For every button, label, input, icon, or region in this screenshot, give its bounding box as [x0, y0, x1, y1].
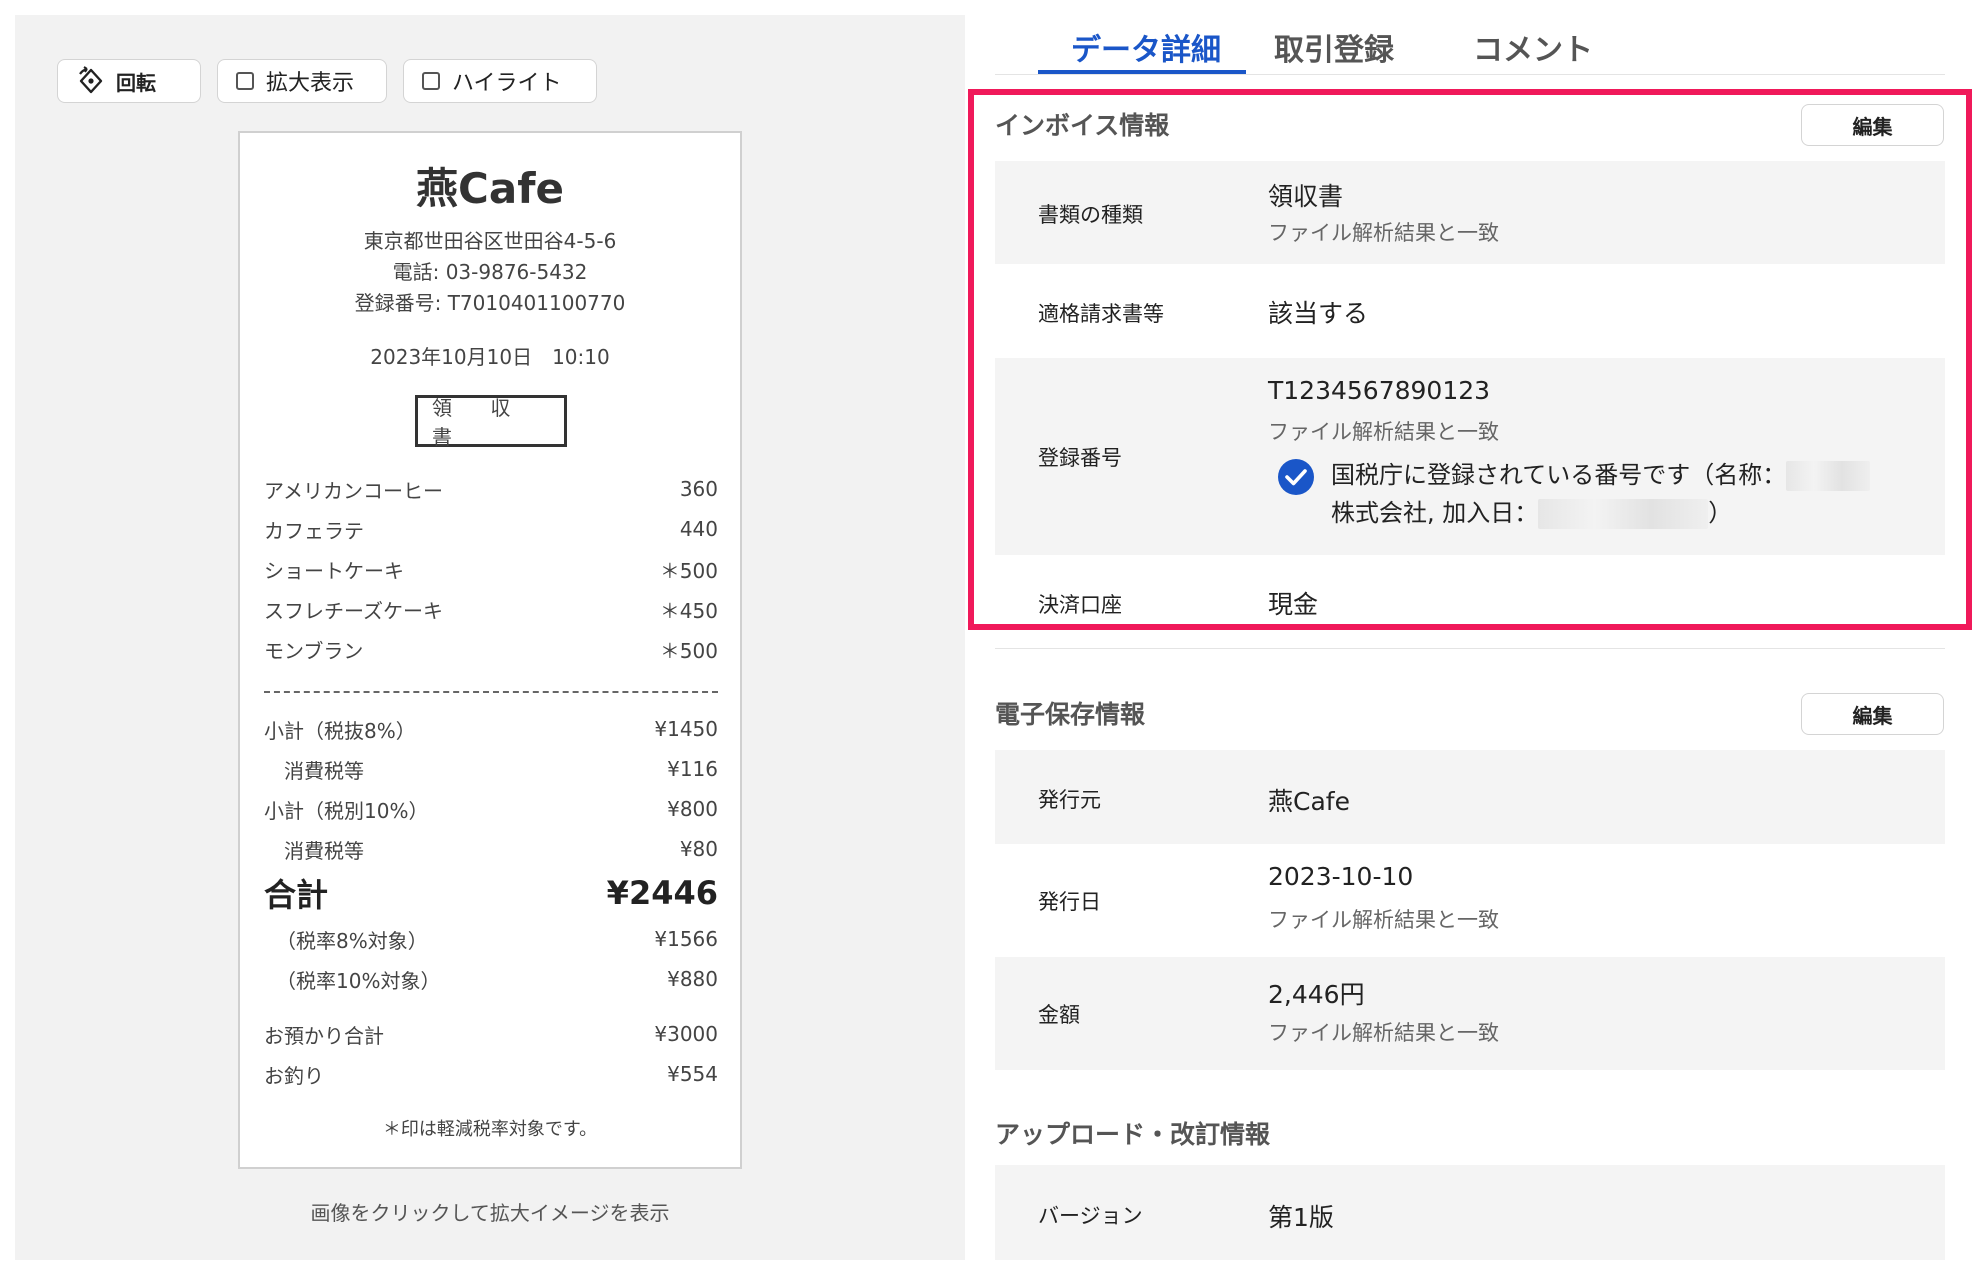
- receipt-title: 領 収 書: [415, 395, 567, 449]
- receipt-subtotal: 小計（税別10%） ¥800: [264, 797, 718, 823]
- receipt-note: ＊印は軽減税率対象です。: [382, 1119, 598, 1140]
- amount-label: 金額: [1038, 1003, 1080, 1027]
- zoom-toggle[interactable]: 拡大表示: [217, 59, 387, 103]
- receipt-viewer-panel: 回転 拡大表示 ハイライト 燕Cafe 東京都世田谷区世田谷4-5-6 電話: …: [15, 15, 965, 1260]
- receipt-datetime: 2023年10月10日 10:10: [370, 345, 610, 369]
- issue-date-value: 2023-10-10: [1268, 862, 1414, 891]
- amount-row: 金額 2,446円 ファイル解析結果と一致: [995, 957, 1945, 1070]
- amount-value: 2,446円: [1268, 980, 1365, 1009]
- viewer-toolbar: 回転 拡大表示 ハイライト: [57, 59, 597, 103]
- receipt-image[interactable]: 燕Cafe 東京都世田谷区世田谷4-5-6 電話: 03-9876-5432 登…: [238, 131, 742, 1169]
- receipt-item: モンブラン ＊500: [264, 638, 718, 663]
- upload-section-title: アップロード・改訂情報: [995, 1120, 1271, 1149]
- version-label: バージョン: [1038, 1204, 1143, 1228]
- receipt-shop-name: 燕Cafe: [416, 164, 564, 213]
- receipt-item: スフレチーズケーキ ＊450: [264, 598, 718, 623]
- receipt-item: アメリカンコーヒー 360: [264, 477, 718, 503]
- receipt-item: ショートケーキ ＊500: [264, 558, 718, 583]
- receipt-tax-breakdown: （税率10%対象） ¥880: [276, 967, 718, 993]
- rotate-icon: [79, 66, 103, 94]
- issuer-label: 発行元: [1038, 788, 1101, 812]
- tab-comment[interactable]: コメント: [1473, 20, 1673, 75]
- image-hint: 画像をクリックして拡大イメージを表示: [310, 1201, 670, 1225]
- highlight-label: ハイライト: [452, 71, 562, 96]
- receipt-address: 東京都世田谷区世田谷4-5-6: [363, 229, 617, 253]
- issue-date-row: 発行日 2023-10-10 ファイル解析結果と一致: [995, 844, 1945, 957]
- version-row: バージョン 第1版: [995, 1165, 1945, 1260]
- tab-data-detail[interactable]: データ詳細: [1038, 20, 1268, 75]
- zoom-checkbox[interactable]: [236, 72, 254, 90]
- issuer-row: 発行元 燕Cafe: [995, 750, 1945, 844]
- receipt-tax-breakdown: （税率8%対象） ¥1566: [276, 927, 718, 953]
- tab-divider: [995, 74, 1945, 75]
- estorage-edit-button[interactable]: 編集: [1801, 693, 1944, 735]
- receipt-payment: お預かり合計 ¥3000: [264, 1022, 718, 1048]
- rotate-label: 回転: [116, 70, 156, 95]
- estorage-section-title: 電子保存情報: [995, 700, 1146, 729]
- issue-date-label: 発行日: [1038, 890, 1101, 914]
- receipt-registration: 登録番号: T7010401100770: [354, 291, 626, 315]
- highlight-toggle[interactable]: ハイライト: [403, 59, 597, 103]
- rotate-button[interactable]: 回転: [57, 59, 201, 103]
- section-divider: [995, 648, 1945, 649]
- version-value: 第1版: [1268, 1203, 1334, 1232]
- receipt-total: 合計 ¥2446: [264, 874, 718, 914]
- receipt-tax: 消費税等 ¥116: [284, 757, 718, 783]
- highlight-checkbox[interactable]: [422, 72, 440, 90]
- amount-match: ファイル解析結果と一致: [1268, 1021, 1499, 1045]
- issuer-value: 燕Cafe: [1268, 787, 1350, 816]
- receipt-divider: [264, 691, 718, 693]
- receipt-subtotal: 小計（税抜8%） ¥1450: [264, 717, 718, 743]
- receipt-tax: 消費税等 ¥80: [284, 837, 718, 863]
- receipt-item: カフェラテ 440: [264, 517, 718, 543]
- issue-date-match: ファイル解析結果と一致: [1268, 908, 1499, 932]
- zoom-label: 拡大表示: [266, 71, 355, 96]
- receipt-change: お釣り ¥554: [264, 1062, 718, 1088]
- tab-transaction[interactable]: 取引登録: [1268, 20, 1473, 75]
- highlight-frame: [968, 89, 1972, 630]
- receipt-phone: 電話: 03-9876-5432: [392, 260, 588, 284]
- detail-tabs: データ詳細 取引登録 コメント: [1038, 20, 1673, 75]
